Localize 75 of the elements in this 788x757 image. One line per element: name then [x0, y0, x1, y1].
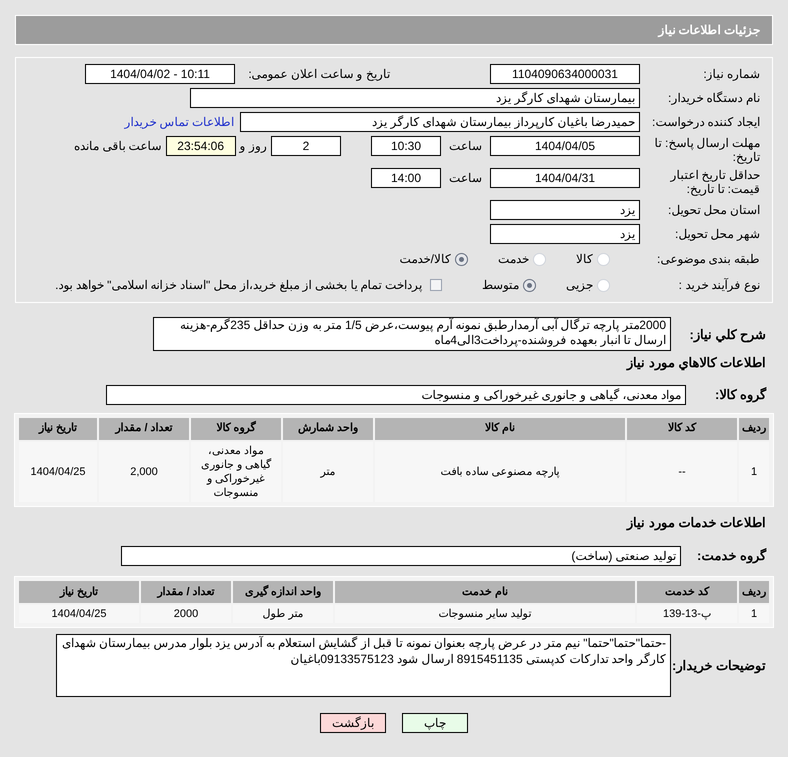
table-cell: متر طول	[233, 605, 333, 623]
text-field[interactable]: بیمارستان شهدای کارگر یزد	[190, 88, 640, 108]
field-label: توضیحات خریدار:	[671, 656, 766, 676]
table-cell: متر	[283, 442, 373, 502]
table-cell: 1404/04/25	[19, 442, 97, 502]
radio-label: متوسط	[482, 277, 519, 294]
text-field[interactable]: 1104090634000031	[490, 64, 640, 84]
text-field[interactable]: 1404/04/02 - 10:11	[85, 64, 235, 84]
text-field[interactable]: تولید صنعتی (ساخت)	[121, 546, 681, 566]
column-header: کد خدمت	[637, 581, 737, 603]
table-cell: تولید سایر منسوجات	[335, 605, 635, 623]
text-field[interactable]: 1404/04/05	[490, 136, 640, 156]
text-field[interactable]: 2	[271, 136, 341, 156]
field-label: شرح کلي نیاز:	[688, 326, 766, 344]
notes-box[interactable]: -حتما"حتما"حتما" نیم متر در عرض پارچه بعنوان نمونه تا قبل از گشایش استعلام به آدرس یزد بلوار مدرس بیمارستان شهدای کارگر واحد تدارکات کدپستی 8915451135 ارسال شود 09133575123باغیان	[56, 634, 671, 697]
text-field[interactable]: مواد معدنی، گیاهی و جانوری غیرخوراکی و منسوجات	[106, 384, 686, 404]
field-label: تاریخ و ساعت اعلان عمومی:	[247, 67, 390, 81]
text-field[interactable]: یزد	[490, 200, 640, 220]
text-field[interactable]: حمیدرضا باغیان کارپرداز بیمارستان شهدای کارگر یزد	[240, 112, 640, 132]
radio-label: جزیی	[566, 277, 593, 294]
radio-button[interactable]	[455, 252, 468, 266]
print-button[interactable]: چاپ	[402, 713, 468, 733]
text-field[interactable]: 1404/04/31	[490, 168, 640, 188]
table-cell: مواد معدنی، گیاهی و جانوری غیرخوراکی و منسوجات	[191, 442, 281, 502]
table-cell: پ-13-139	[637, 605, 737, 623]
column-header: نام کالا	[375, 418, 625, 440]
column-header: ردیف	[739, 418, 769, 440]
table-cell: --	[627, 442, 737, 502]
table-cell: 1	[739, 605, 769, 623]
field-label: ساعت باقی مانده	[74, 138, 162, 155]
contact-link[interactable]: اطلاعات تماس خریدار	[124, 113, 234, 131]
page-title: جزئیات اطلاعات نیاز	[658, 22, 760, 39]
text-field[interactable]: 14:00	[371, 168, 441, 188]
field-label: ایجاد کننده درخواست:	[650, 115, 760, 129]
field-label: ساعت	[449, 170, 482, 187]
checkbox-label: پرداخت تمام یا بخشی از مبلغ خرید،از محل "اسناد خزانه اسلامی" خواهد بود.	[55, 277, 422, 294]
column-header: تاریخ نیاز	[19, 581, 139, 603]
field-label: گروه خدمت:	[696, 547, 766, 566]
back-button[interactable]: بازگشت	[320, 713, 386, 733]
radio-label: کالا/خدمت	[400, 251, 451, 268]
table-cell: 1	[739, 442, 769, 502]
field-label: نام دستگاه خریدار:	[666, 91, 760, 105]
field-label: حداقل تاریخ اعتبار قیمت: تا تاریخ:	[669, 168, 760, 196]
table-cell: 2,000	[99, 442, 189, 502]
field-label: طبقه بندی موضوعی:	[656, 252, 760, 266]
radio-label: کالا	[576, 251, 593, 268]
column-header: کد کالا	[627, 418, 737, 440]
section-heading: اطلاعات کالاهاي مورد نیاز	[625, 354, 767, 372]
radio-label: خدمت	[498, 251, 529, 268]
field-label: شماره نیاز:	[702, 67, 760, 81]
field-label: ساعت	[449, 138, 482, 155]
field-label: استان محل تحویل:	[666, 203, 760, 217]
field-label: شهر محل تحویل:	[674, 227, 760, 241]
table-cell: 2000	[141, 605, 231, 623]
column-header: واحد شمارش	[283, 418, 373, 440]
column-header: تاریخ نیاز	[19, 418, 97, 440]
text-field[interactable]: 10:30	[371, 136, 441, 156]
table-cell: 1404/04/25	[19, 605, 139, 623]
field-label: مهلت ارسال پاسخ: تا تاریخ:	[654, 136, 760, 164]
column-header: واحد اندازه گیری	[233, 581, 333, 603]
table-cell: پارچه مصنوعی ساده بافت	[375, 442, 625, 502]
column-header: نام خدمت	[335, 581, 635, 603]
column-header: گروه کالا	[191, 418, 281, 440]
checkbox[interactable]	[430, 279, 442, 291]
column-header: تعداد / مقدار	[141, 581, 231, 603]
section-heading: اطلاعات خدمات مورد نیاز	[625, 514, 767, 532]
description-box[interactable]: 2000متر پارچه ترگال آبی آرمدارطبق نمونه آرم پیوست،عرض 1/5 متر به وزن حداقل 235گرم-هزینه ارسال تا انبار بعهده فروشنده-پرداخت3الی4ماه	[153, 317, 671, 351]
field-label: روز و	[240, 138, 267, 155]
countdown-field[interactable]: 23:54:06	[166, 136, 236, 156]
text-field[interactable]: یزد	[490, 224, 640, 244]
field-label: نوع فرآیند خرید :	[678, 278, 760, 292]
field-label: گروه کالا:	[714, 386, 766, 404]
column-header: ردیف	[739, 581, 769, 603]
column-header: تعداد / مقدار	[99, 418, 189, 440]
radio-button[interactable]	[523, 278, 536, 292]
